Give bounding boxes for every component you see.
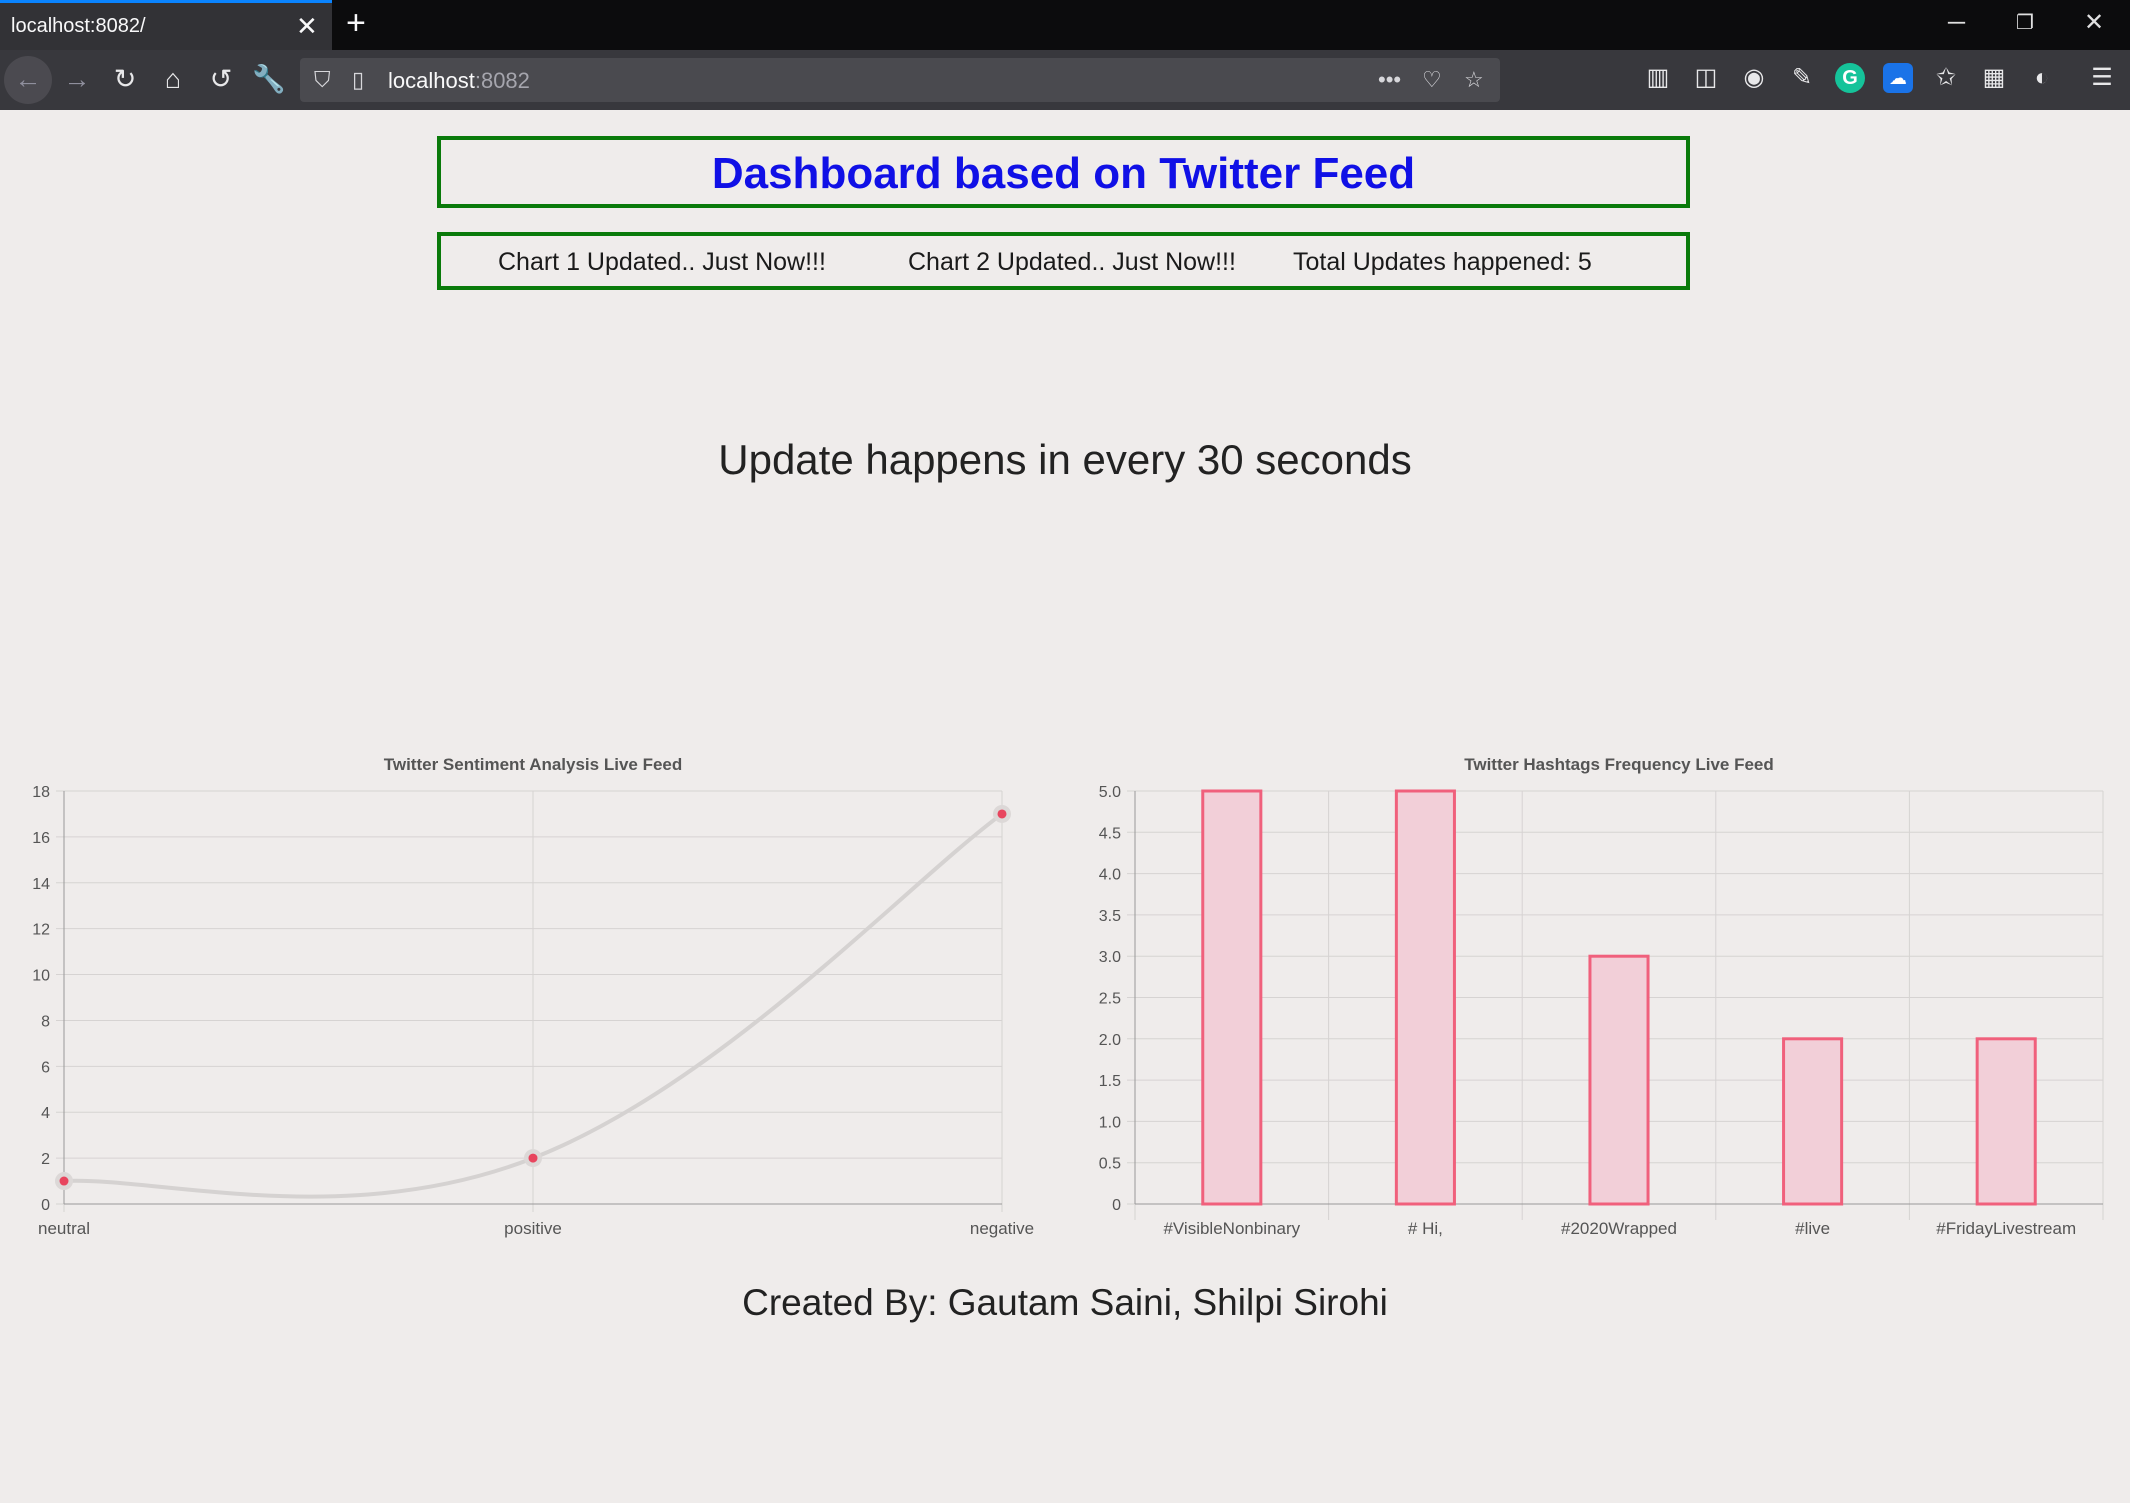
restore-icon[interactable]: ❐ xyxy=(2016,10,2034,36)
y-tick-label: 0.5 xyxy=(1099,1156,1121,1173)
browser-chrome: localhost:8082/ ✕ + ─ ❐ ✕ ← → ↻ ⌂ ↺ 🔧 ⛉ … xyxy=(0,0,2130,110)
account-icon[interactable]: ◉ xyxy=(1739,63,1769,93)
bar xyxy=(1782,1037,1844,1206)
extension-icon[interactable]: ▦ xyxy=(1979,63,2009,93)
y-tick-label: 2.0 xyxy=(1099,1032,1121,1049)
pen-icon[interactable]: ✎ xyxy=(1787,63,1817,93)
shield-icon[interactable]: ⛉ xyxy=(314,64,331,96)
url-text[interactable]: localhost:8082 xyxy=(388,68,530,94)
chart2-status: Chart 2 Updated.. Just Now!!! xyxy=(908,248,1236,276)
cloud-icon[interactable]: ☁ xyxy=(1883,63,1913,93)
wrench-icon[interactable]: 🔧 xyxy=(252,62,286,96)
y-tick-label: 0 xyxy=(1112,1197,1121,1214)
minimize-icon[interactable]: ─ xyxy=(1948,10,1965,36)
status-box: Chart 1 Updated.. Just Now!!! Chart 2 Up… xyxy=(437,232,1690,290)
new-tab-icon[interactable]: + xyxy=(346,6,366,40)
y-tick-label: 2.5 xyxy=(1099,991,1121,1008)
title-box: Dashboard based on Twitter Feed xyxy=(437,136,1690,208)
star-icon[interactable]: ☆ xyxy=(1464,64,1484,96)
x-tick-label: #FridayLivestream xyxy=(1936,1219,2076,1238)
hashtag-bar-chart: Twitter Hashtags Frequency Live Feed 0 0.5… xyxy=(1099,755,2104,1238)
pocket-icon[interactable]: ♡ xyxy=(1422,64,1442,96)
menu-icon[interactable]: ☰ xyxy=(2087,63,2117,93)
x-tick-label: #2020Wrapped xyxy=(1561,1219,1677,1238)
bar xyxy=(1201,789,1263,1206)
url-bar[interactable]: ⛉ ▯ localhost:8082 ••• ♡ ☆ xyxy=(300,58,1500,102)
y-tick-label: 1.0 xyxy=(1099,1114,1121,1131)
home-icon[interactable]: ⌂ xyxy=(156,62,190,96)
total-updates: Total Updates happened: 5 xyxy=(1293,248,1592,276)
chart-title: Twitter Hashtags Frequency Live Feed xyxy=(1464,755,1774,774)
x-tick-label: # Hi, xyxy=(1408,1219,1443,1238)
update-interval-text: Update happens in every 30 seconds xyxy=(718,436,1412,483)
bar xyxy=(1588,954,1650,1206)
y-tick-label: 4.0 xyxy=(1099,867,1121,884)
y-tick-label: 3.0 xyxy=(1099,949,1121,966)
tab-active[interactable]: localhost:8082/ ✕ xyxy=(0,0,332,50)
page-content: Dashboard based on Twitter Feed Chart 1 … xyxy=(0,110,2130,1503)
reload-icon[interactable]: ↻ xyxy=(108,62,142,96)
history-icon[interactable]: ↺ xyxy=(204,62,238,96)
back-icon[interactable]: ← xyxy=(11,62,45,96)
nav-bar: ← → ↻ ⌂ ↺ 🔧 ⛉ ▯ localhost:8082 ••• ♡ ☆ ▥… xyxy=(0,50,2130,110)
library-icon[interactable]: ▥ xyxy=(1643,63,1673,93)
credits: Created By: Gautam Saini, Shilpi Sirohi xyxy=(742,1282,1388,1323)
x-tick-label: #VisibleNonbinary xyxy=(1163,1219,1300,1238)
bar xyxy=(1394,789,1456,1206)
bar xyxy=(1975,1037,2037,1206)
puzzle-icon[interactable]: ◐ xyxy=(2027,63,2057,93)
sidebar-icon[interactable]: ◫ xyxy=(1691,63,1721,93)
forward-icon[interactable]: → xyxy=(60,62,94,96)
grammarly-icon[interactable]: G xyxy=(1835,63,1865,93)
x-tick-label: #live xyxy=(1795,1219,1830,1238)
tab-title: localhost:8082/ xyxy=(11,15,146,37)
star-badge-icon[interactable]: ✩ xyxy=(1931,63,1961,93)
y-tick-label: 5.0 xyxy=(1099,784,1121,801)
y-tick-label: 1.5 xyxy=(1099,1073,1121,1090)
page-title: Dashboard based on Twitter Feed xyxy=(711,149,1416,198)
url-host: localhost xyxy=(388,68,475,93)
y-tick-label: 3.5 xyxy=(1099,908,1121,925)
more-icon[interactable]: ••• xyxy=(1378,64,1401,96)
tab-bar: localhost:8082/ ✕ + ─ ❐ ✕ xyxy=(0,0,2130,50)
url-port: :8082 xyxy=(474,68,530,93)
chart1-status: Chart 1 Updated.. Just Now!!! xyxy=(498,248,826,276)
page-icon: ▯ xyxy=(352,67,365,92)
window-close-icon[interactable]: ✕ xyxy=(2084,10,2104,36)
y-tick-label: 4.5 xyxy=(1099,825,1121,842)
close-icon[interactable]: ✕ xyxy=(296,12,318,40)
